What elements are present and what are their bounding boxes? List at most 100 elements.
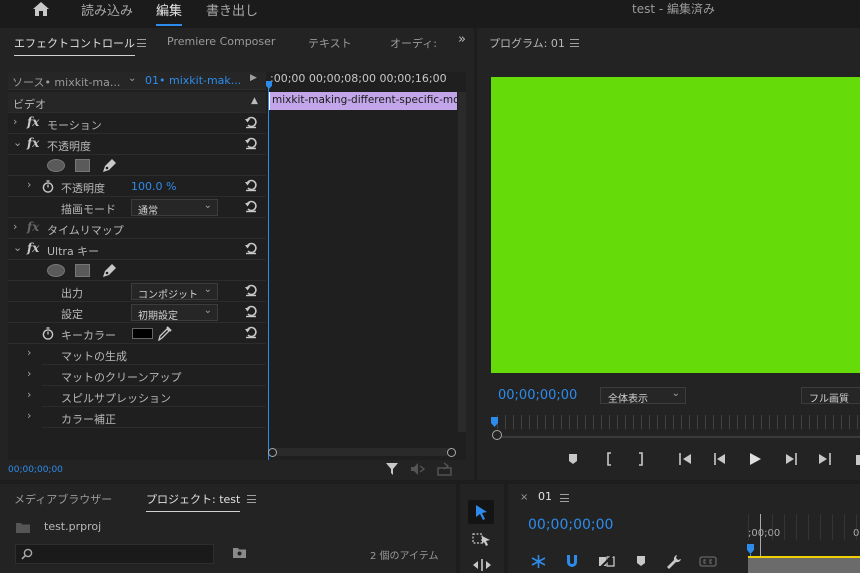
twirl-right-icon[interactable]: › [13,220,17,233]
spill-suppression-row[interactable]: › スピルサプレッション [27,386,266,407]
program-zoom-handle[interactable] [492,430,502,440]
stopwatch-icon[interactable] [42,180,54,193]
tab-effect-controls[interactable]: エフェクトコントロール [14,35,135,56]
opacity-value[interactable]: 100.0 % [131,180,176,193]
eyedropper-icon[interactable] [158,326,172,341]
zoom-handle-left[interactable] [268,448,277,457]
twirl-right-icon[interactable]: › [27,409,31,422]
tab-text[interactable]: テキスト [308,35,352,51]
close-sequence-icon[interactable]: × [520,492,528,503]
reset-icon[interactable] [244,199,258,213]
effect-opacity[interactable]: ⌄ fx 不透明度 [8,134,266,155]
collapse-up-icon[interactable]: ▲ [251,96,258,106]
panel-menu-icon[interactable] [137,39,146,47]
timeline-ruler-ticks[interactable] [748,514,860,540]
twirl-right-icon[interactable]: › [27,178,31,191]
reset-icon[interactable] [244,115,258,129]
rectangle-mask-icon[interactable] [75,264,90,277]
panel-menu-icon[interactable] [560,494,569,502]
go-to-in-icon[interactable] [677,452,695,466]
rectangle-mask-icon[interactable] [75,159,90,172]
step-forward-icon[interactable] [782,452,800,466]
step-back-icon[interactable] [711,452,729,466]
ellipse-mask-icon[interactable] [47,159,65,172]
effect-motion[interactable]: › fx モーション [8,113,266,134]
add-marker-icon[interactable] [634,554,648,569]
mark-in-icon[interactable] [600,452,618,466]
output-dropdown[interactable]: コンポジット ⌄ [131,283,218,301]
nest-icon[interactable] [530,554,547,569]
source-chevron-icon[interactable]: ⌄ [128,73,136,84]
go-to-out-icon[interactable] [815,452,833,466]
tab-audio[interactable]: オーディ: [390,35,436,51]
color-correction-row[interactable]: › カラー補正 [27,407,266,428]
sequence-label[interactable]: 01• mixkit-mak... [145,74,241,87]
zoom-handle-right[interactable] [447,448,456,457]
find-folder-icon[interactable] [232,546,247,559]
mark-out-icon[interactable] [632,452,650,466]
zoom-dropdown[interactable]: 全体表示 ⌄ [600,387,686,405]
wrench-icon[interactable] [666,554,682,569]
quality-dropdown[interactable]: フル画質 [801,387,860,404]
matte-cleanup-row[interactable]: › マットのクリーンアップ [27,365,266,386]
workspace-export[interactable]: 書き出し [206,0,258,19]
filter-icon[interactable] [385,462,400,477]
program-scrubber-ticks[interactable] [497,415,860,429]
reset-icon[interactable] [244,304,258,318]
tab-overflow-icon[interactable]: » [458,32,466,47]
reset-icon[interactable] [244,136,258,150]
project-search-input[interactable] [15,544,214,564]
twirl-down-icon[interactable]: ⌄ [13,241,22,254]
key-color-swatch[interactable] [132,328,153,339]
add-marker-icon[interactable] [564,452,582,466]
timeline-playhead[interactable] [747,544,754,554]
timeline-timecode[interactable]: 00;00;00;00 [528,517,613,533]
fx-icon[interactable]: fx [27,136,39,150]
track-select-tool-icon[interactable] [472,532,492,548]
mini-playhead[interactable] [266,81,272,89]
stopwatch-icon[interactable] [42,327,54,340]
program-frame[interactable] [491,77,860,373]
twirl-right-icon[interactable]: › [27,367,31,380]
mini-zoom-bar[interactable] [270,448,456,456]
selection-tool[interactable] [468,500,494,524]
effect-ultra-key[interactable]: ⌄ fx Ultra キー [8,239,266,260]
ellipse-mask-icon[interactable] [47,264,65,277]
snap-magnet-icon[interactable] [564,554,580,569]
mini-scrollbar[interactable] [458,92,466,432]
play-clip-icon[interactable]: ▶ [250,73,257,83]
pen-mask-icon[interactable] [101,263,117,278]
twirl-right-icon[interactable]: › [13,115,17,128]
fx-icon[interactable]: fx [27,115,39,129]
fx-icon[interactable]: fx [27,241,39,255]
home-icon[interactable] [32,1,50,17]
matte-generation-row[interactable]: › マットの生成 [27,344,266,365]
panel-menu-icon[interactable] [570,39,579,47]
lift-button-partial[interactable] [856,455,860,465]
setting-dropdown[interactable]: 初期設定 ⌄ [131,304,218,322]
twirl-down-icon[interactable]: ⌄ [13,136,22,149]
mini-clip[interactable]: mixkit-making-different-specific-mov [269,92,457,110]
pen-mask-icon[interactable] [101,158,117,173]
reset-icon[interactable] [244,241,258,255]
linked-selection-icon[interactable] [598,554,615,569]
program-timecode[interactable]: 00;00;00;00 [498,388,577,403]
reset-icon[interactable] [244,178,258,192]
effect-time-remap[interactable]: › fx タイムリマップ [8,218,266,239]
tab-premiere-composer[interactable]: Premiere Composer [167,35,275,48]
tab-project[interactable]: プロジェクト: test [146,491,241,512]
effect-timecode[interactable]: 00;00;00;00 [8,465,63,475]
reset-icon[interactable] [244,283,258,297]
blend-mode-dropdown[interactable]: 通常 ⌄ [131,199,218,217]
program-title[interactable]: プログラム: 01 [489,35,565,51]
reset-icon[interactable] [244,325,258,339]
workspace-import[interactable]: 読み込み [81,0,133,19]
twirl-right-icon[interactable]: › [27,388,31,401]
tab-sequence[interactable]: 01 [538,490,552,503]
ripple-edit-tool-icon[interactable] [472,558,492,572]
workspace-edit[interactable]: 編集 [156,0,183,26]
twirl-right-icon[interactable]: › [27,346,31,359]
tab-media-browser[interactable]: メディアブラウザー [14,491,112,507]
timeline-work-area[interactable] [748,556,860,573]
source-label[interactable]: ソース• mixkit-ma... [12,74,120,90]
